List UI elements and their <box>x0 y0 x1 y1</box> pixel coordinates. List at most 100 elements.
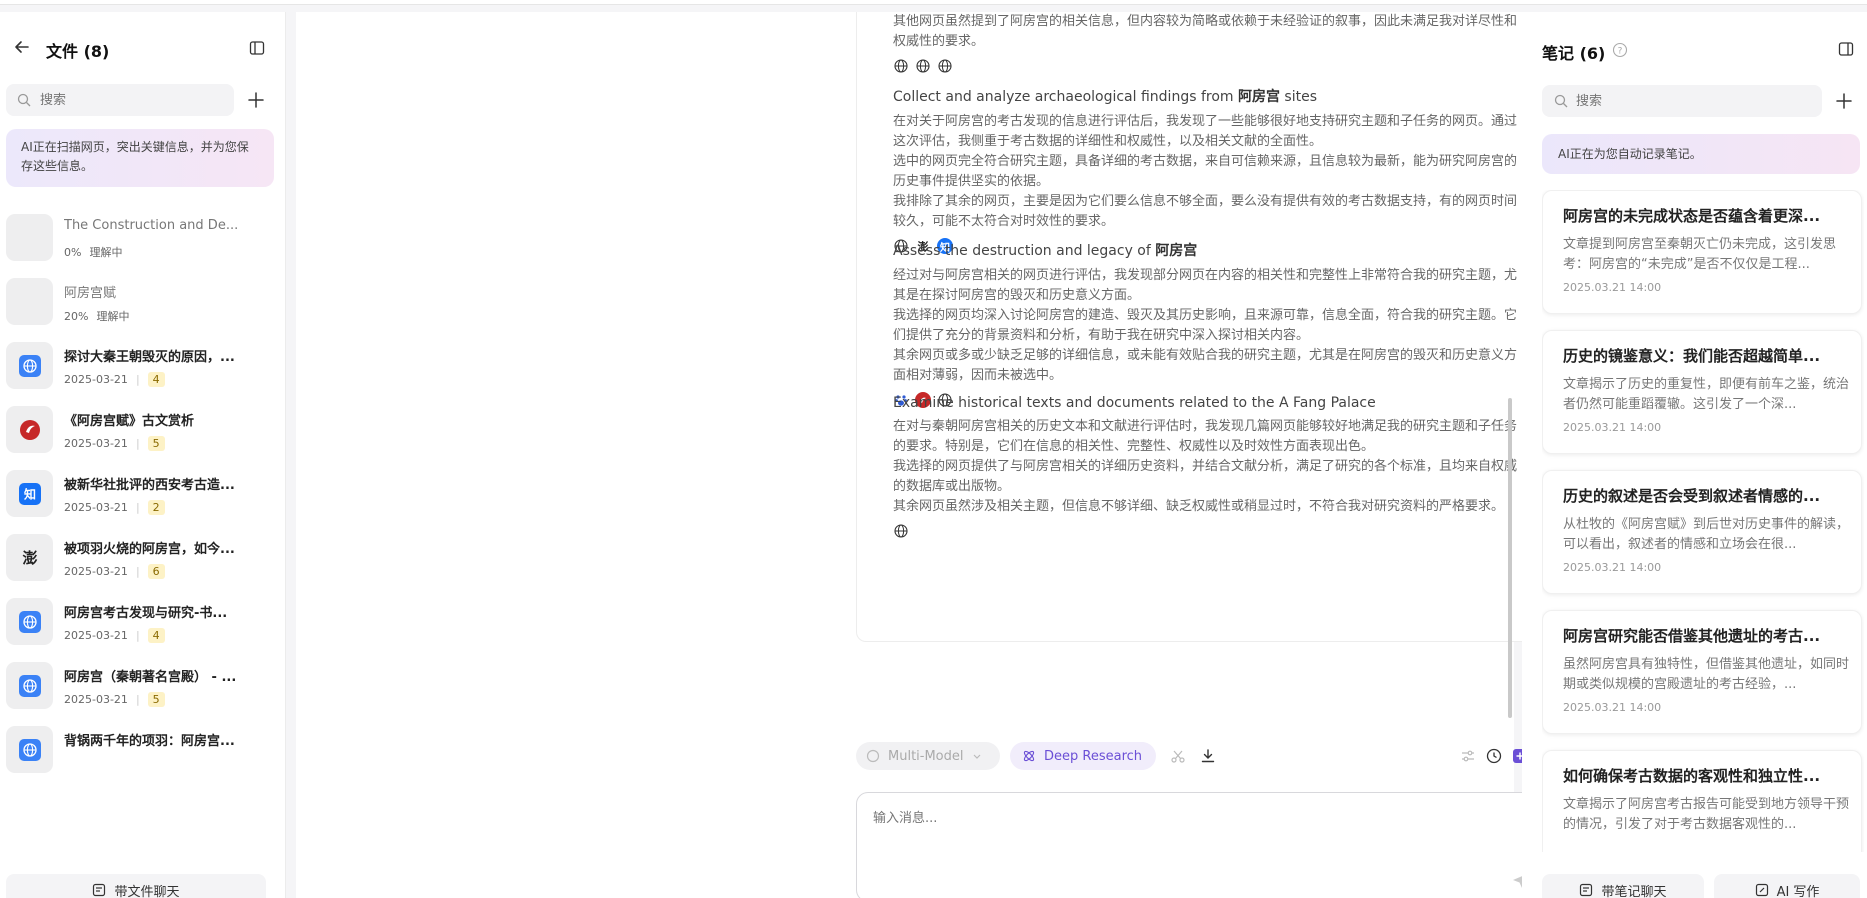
ai-write-button[interactable]: AI 写作 <box>1714 874 1860 898</box>
section-paragraph: 我选择的网页提供了与阿房宫相关的详细历史资料，并结合文献分析，满足了研究的各个标… <box>893 459 1518 494</box>
chat-icon <box>1580 883 1593 897</box>
section-paragraph: 经过对与阿房宫相关的网页进行评估，我发现部分网页在内容的相关性和完整性上非常符合… <box>893 268 1518 303</box>
file-name: 《阿房宫赋》古文赏析 <box>64 414 195 429</box>
file-date: 2025-03-21 <box>64 373 128 386</box>
source-count-badge: 4 <box>147 628 165 643</box>
notes-panel: 笔记 (6) ? AI正在为您自动记录笔记。 阿房宫的未完成状态是否蕴含着更深.… <box>1522 12 1867 898</box>
zhihu-icon: 知 <box>6 470 53 517</box>
collapse-panel-icon[interactable] <box>1838 41 1854 57</box>
ink-logo-icon: 澎 <box>6 534 53 581</box>
scissors-icon[interactable] <box>1170 748 1186 764</box>
file-progress: 20% <box>64 309 89 323</box>
multi-model-select[interactable]: Multi-Model <box>856 742 1000 770</box>
message-input[interactable] <box>873 807 1493 867</box>
section-title: Examine historical texts and documents r… <box>893 395 1523 411</box>
note-title: 历史的镜鉴意义：我们能否超越简单... <box>1563 347 1821 365</box>
section-paragraph: 其余网页虽然涉及相关主题，但信息不够详细、缺乏权威性或稍显过时，不符合我对研究资… <box>893 499 1505 514</box>
file-thumbnail <box>6 214 53 261</box>
chat-with-notes-button[interactable]: 带笔记聊天 <box>1542 874 1704 898</box>
research-area: 其他网页虽然提到了阿房宫的相关信息，但内容较为简略或依赖于未经验证的叙事，因此未… <box>296 12 1544 898</box>
file-meta: 2025-03-21 | 5 <box>64 692 165 707</box>
ai-write-label: AI 写作 <box>1776 884 1820 898</box>
section-paragraph: 在对与秦朝阿房宫相关的历史文本和文献进行评估时，我发现几篇网页能够较好地满足我的… <box>893 419 1518 454</box>
top-border <box>0 0 1867 5</box>
section-paragraph: 在对关于阿房宫的考古发现的信息进行评估后，我发现了一些能够很好地支持研究主题和子… <box>893 114 1518 149</box>
file-thumbnail <box>6 278 53 325</box>
globe-icon <box>6 342 53 389</box>
file-item[interactable]: 澎 被项羽火烧的阿房宫，如今... 2025-03-21 | 6 <box>6 526 282 588</box>
add-file-icon[interactable] <box>246 90 266 110</box>
search-icon <box>1554 94 1568 108</box>
globe-source-icon[interactable] <box>915 58 931 74</box>
note-body: 从杜牧的《阿房宫赋》到后世对历史事件的解读，可以看出，叙述者的情感和立场会在很.… <box>1563 517 1850 552</box>
message-composer <box>856 792 1544 898</box>
file-item[interactable]: 背锅两千年的项羽：阿房宫... <box>6 718 282 780</box>
notes-search[interactable] <box>1542 85 1822 117</box>
note-card[interactable]: 阿房宫研究能否借鉴其他遗址的考古... 虽然阿房宫具有独特性，但借鉴其他遗址，如同… <box>1542 610 1862 734</box>
file-item[interactable]: 阿房宫（秦朝著名宫殿） - ... 2025-03-21 | 5 <box>6 654 282 716</box>
notes-search-input[interactable] <box>1576 91 1806 111</box>
model-icon <box>866 749 880 763</box>
file-item[interactable]: The Construction and De... 0% 理解中 <box>6 206 282 268</box>
settings-sliders-icon[interactable] <box>1460 748 1476 764</box>
file-name: 阿房宫（秦朝著名宫殿） - ... <box>64 670 237 685</box>
notes-title: 笔记 (6) <box>1542 44 1606 63</box>
section-title: Collect and analyze archaeological findi… <box>893 86 1523 106</box>
section-paragraph: 其余网页或多或少缺乏足够的详细信息，或未能有效贴合我的研究主题，尤其是在阿房宫的… <box>893 348 1518 383</box>
files-search[interactable] <box>6 84 234 116</box>
note-card[interactable]: 阿房宫的未完成状态是否蕴含着更深... 文章提到阿房宫至秦朝灭亡仍未完成，这引发思… <box>1542 190 1862 314</box>
svg-text:知: 知 <box>22 486 35 501</box>
file-name: The Construction and De... <box>64 218 239 233</box>
collapse-panel-icon[interactable] <box>249 40 265 56</box>
svg-text:澎: 澎 <box>22 549 37 567</box>
scrollbar[interactable] <box>1508 398 1512 718</box>
globe-source-icon[interactable] <box>893 523 909 539</box>
file-item[interactable]: 《阿房宫赋》古文赏析 2025-03-21 | 5 <box>6 398 282 460</box>
chat-with-files-button[interactable]: 带文件聊天 <box>6 874 266 898</box>
note-title: 阿房宫的未完成状态是否蕴含着更深... <box>1563 207 1821 225</box>
globe-icon <box>6 598 53 645</box>
file-status: 理解中 <box>96 310 130 323</box>
red-logo-icon <box>6 406 53 453</box>
chat-with-files-label: 带文件聊天 <box>114 884 180 898</box>
files-search-input[interactable] <box>40 90 220 110</box>
search-icon <box>17 93 31 107</box>
note-card[interactable]: 历史的叙述是否会受到叙述者情感的... 从杜牧的《阿房宫赋》到后世对历史事件的解读… <box>1542 470 1862 594</box>
file-progress: 0% <box>64 245 82 259</box>
file-meta: 2025-03-21 | 6 <box>64 564 165 579</box>
file-meta: 0% 理解中 <box>64 244 122 260</box>
note-date: 2025.03.21 14:00 <box>1563 421 1662 434</box>
help-icon[interactable]: ? <box>1612 42 1628 58</box>
file-date: 2025-03-21 <box>64 629 128 642</box>
note-date: 2025.03.21 14:00 <box>1563 561 1662 574</box>
file-name: 探讨大秦王朝毁灭的原因，... <box>64 350 235 365</box>
file-name: 背锅两千年的项羽：阿房宫... <box>64 734 235 749</box>
file-date: 2025-03-21 <box>64 501 128 514</box>
file-item[interactable]: 阿房宫赋 20% 理解中 <box>6 270 282 332</box>
multi-model-label: Multi-Model <box>888 748 964 764</box>
section-title-bold: 阿房宫 <box>1155 243 1198 259</box>
back-arrow-icon[interactable] <box>13 38 31 56</box>
note-card[interactable]: 如何确保考古数据的客观性和独立性... 文章揭示了阿房宫考古报告可能受到地方领导干… <box>1542 750 1862 852</box>
ai-scan-banner: AI正在扫描网页，突出关键信息，并为您保存这些信息。 <box>6 129 274 187</box>
note-title: 阿房宫研究能否借鉴其他遗址的考古... <box>1563 627 1821 645</box>
globe-source-icon[interactable] <box>893 58 909 74</box>
source-count-badge: 5 <box>147 692 165 707</box>
section-title-suffix: sites <box>1279 89 1318 105</box>
deep-research-label: Deep Research <box>1044 748 1143 764</box>
note-body: 虽然阿房宫具有独特性，但借鉴其他遗址，如同时期或类似规模的宫殿遗址的考古经验，.… <box>1563 657 1850 692</box>
note-card[interactable]: 历史的镜鉴意义：我们能否超越简单... 文章揭示了历史的重复性，即便有前车之鉴，统… <box>1542 330 1862 454</box>
history-clock-icon[interactable] <box>1486 748 1502 764</box>
add-note-icon[interactable] <box>1834 91 1854 111</box>
research-section: Examine historical texts and documents r… <box>893 395 1523 539</box>
file-meta: 2025-03-21 | 4 <box>64 372 165 387</box>
file-name: 被新华社批评的西安考古造... <box>64 478 235 493</box>
file-item[interactable]: 阿房宫考古发现与研究-书... 2025-03-21 | 4 <box>6 590 282 652</box>
section-title-text: Collect and analyze archaeological findi… <box>893 89 1238 105</box>
globe-source-icon[interactable] <box>937 58 953 74</box>
deep-research-toggle[interactable]: Deep Research <box>1010 742 1156 770</box>
files-panel: 文件 (8) AI正在扫描网页，突出关键信息，并为您保存这些信息。 The Co… <box>0 12 286 898</box>
file-item[interactable]: 知 被新华社批评的西安考古造... 2025-03-21 | 2 <box>6 462 282 524</box>
file-item[interactable]: 探讨大秦王朝毁灭的原因，... 2025-03-21 | 4 <box>6 334 282 396</box>
download-icon[interactable] <box>1200 748 1216 764</box>
